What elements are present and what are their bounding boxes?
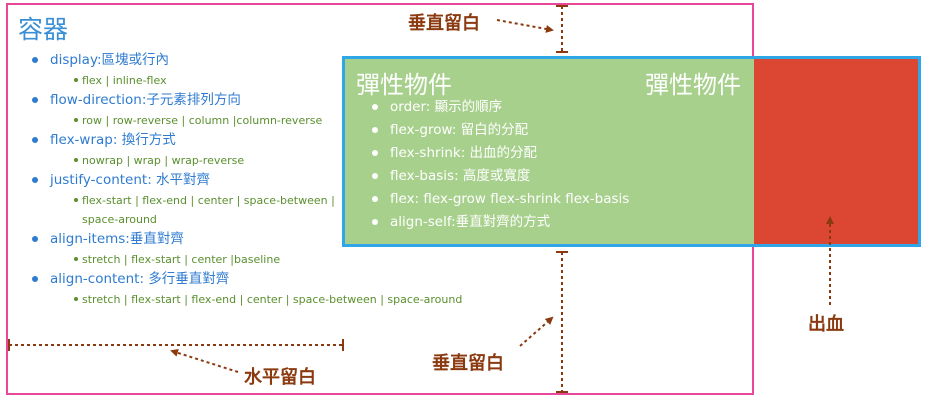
bleed-label: 出血 (808, 314, 844, 335)
horizontal-margin-label: 水平留白 (244, 367, 316, 388)
annotation-arrows (8, 5, 834, 393)
vertical-margin-label-bottom: 垂直留白 (432, 353, 504, 374)
arrow-vertical-margin-bottom (519, 316, 554, 347)
arrow-horizontal-margin (170, 349, 239, 373)
arrow-vertical-margin-top (496, 19, 554, 33)
vertical-margin-label-top: 垂直留白 (408, 13, 480, 34)
